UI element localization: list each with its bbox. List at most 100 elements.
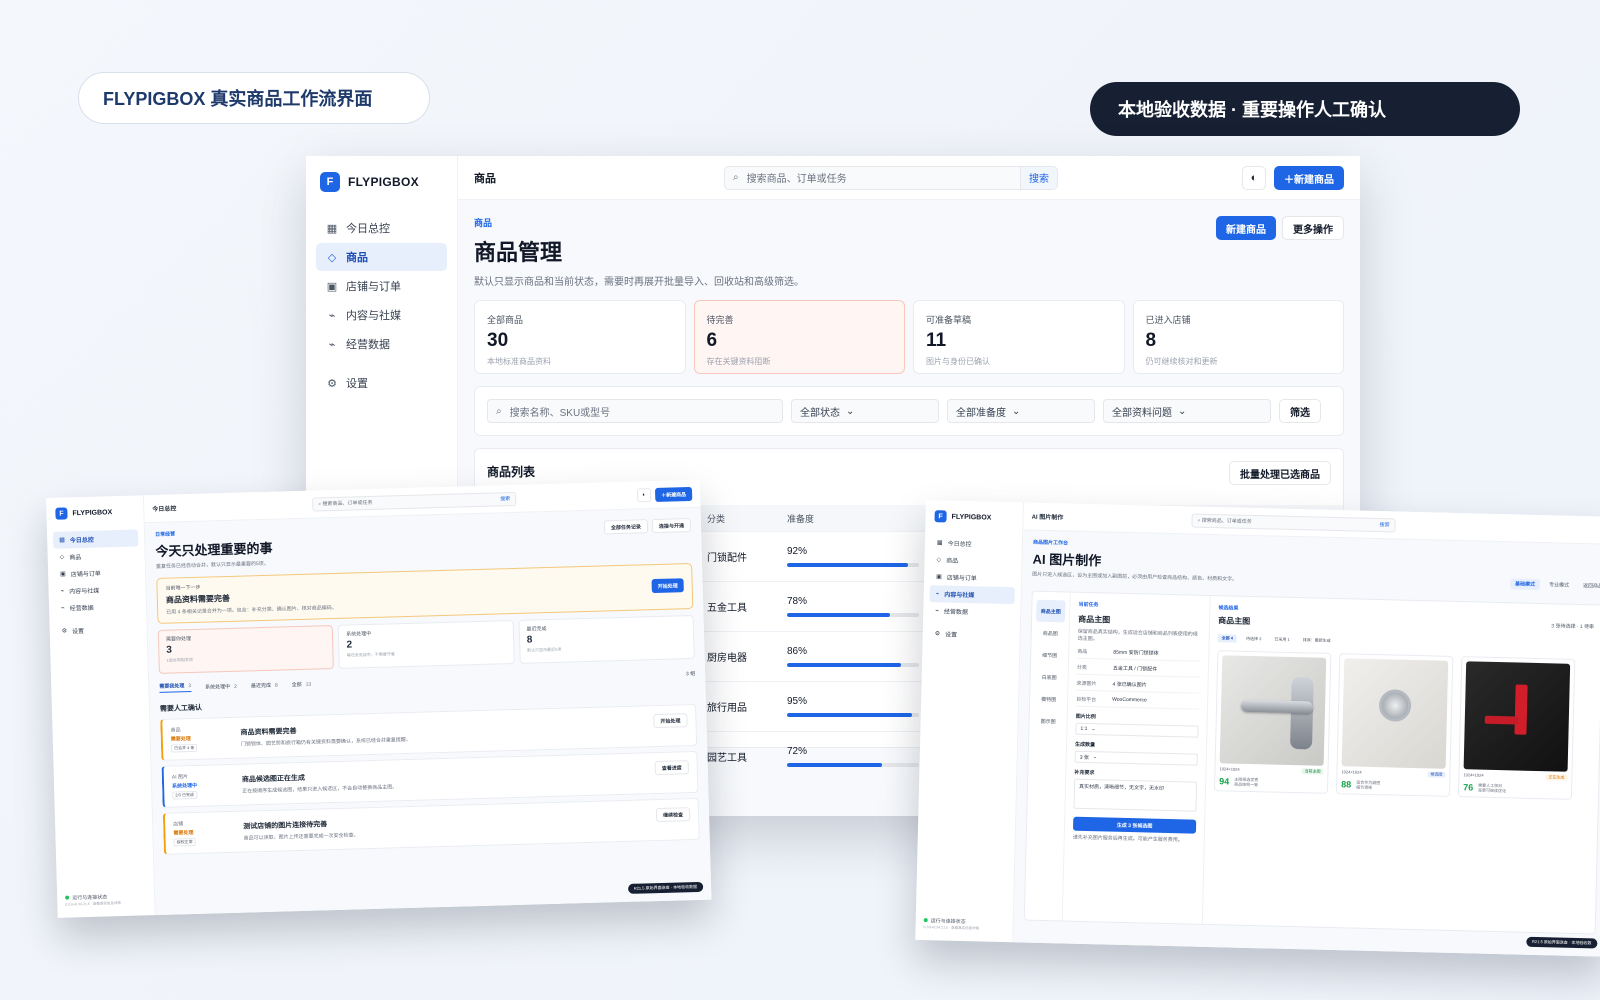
product-search-input[interactable]: ⌕ 搜索名称、SKU或型号 — [487, 399, 783, 423]
task-action-button[interactable]: 查看进度 — [654, 760, 689, 776]
candidate-card[interactable]: 1024×1024 候选图 88 适合作为副图 细节清晰 — [1335, 653, 1454, 798]
chart-icon: ⌁ — [61, 605, 65, 612]
search-input[interactable]: 搜索商品、订单或任务 — [322, 499, 372, 507]
global-search[interactable]: ⌕ 搜索商品、订单或任务 搜索 — [724, 165, 1058, 190]
sidebar-item-stores-orders[interactable]: ▣ 店铺与订单 — [930, 568, 1015, 587]
candidate-card[interactable]: 1024×1024 正在生成 76 需要人工核对 背景可继续优化 — [1457, 656, 1576, 801]
stat-card[interactable]: 已进入店铺 8 仍可继续核对和更新 — [1132, 300, 1344, 374]
task-row[interactable]: 店铺 需要处理 授权正常 测试店铺的图片连接待完善 商品可以读取，图片上传还需要完成一… — [162, 797, 700, 855]
status-select[interactable]: 全部状态 ⌄ — [791, 399, 939, 423]
global-search[interactable]: ⌕ 搜索商品、订单或任务 搜索 — [1191, 512, 1396, 532]
count-select[interactable]: 3 张 ⌄ — [1074, 750, 1198, 766]
stat-card[interactable]: 可准备草稿 11 图片与身份已确认 — [913, 300, 1125, 374]
connection-status[interactable]: 运行与连接状态 0.3.6+0.34.21.5 · 查看真实信息详情 — [923, 917, 979, 931]
gear-icon: ⚙ — [327, 377, 337, 390]
sidebar-item-dashboard[interactable]: ▦ 今日总控 — [931, 534, 1016, 553]
content-icon: ⌁ — [60, 588, 65, 595]
tab-all[interactable]: 全部 13 — [292, 680, 312, 688]
score-note: 背景可继续优化 — [1478, 787, 1507, 794]
mode-pro[interactable]: 专业模式 — [1544, 579, 1574, 591]
step-white-bg-image[interactable]: 白底图 — [1034, 666, 1064, 689]
grid-icon: ▦ — [59, 537, 65, 544]
new-product-top-button[interactable]: ＋新建商品 — [654, 486, 693, 502]
stat-card[interactable]: 全部商品 30 本地标准商品资料 — [474, 300, 686, 374]
stat-card[interactable]: 最近完成 8 默认只显示最近5项 — [518, 614, 695, 664]
connection-status[interactable]: 运行与连接状态 0.3.6+0.34.21.5 · 查看真实信息详情 — [65, 893, 121, 908]
all-tasks-button[interactable]: 全部任务记录 — [603, 519, 649, 535]
sidebar-item-content-social[interactable]: ⌁ 内容与社媒 — [316, 301, 447, 329]
tab-label: 全部 — [291, 681, 302, 688]
step-product-image[interactable]: 商品图 — [1036, 622, 1066, 645]
search-button[interactable]: 搜索 — [1020, 166, 1057, 189]
more-actions-button[interactable]: 更多操作 — [1282, 216, 1344, 240]
stat-card[interactable]: 系统处理中 2 等任务完成中，不需要守着 — [337, 620, 515, 669]
search-button[interactable]: 搜索 — [495, 495, 515, 503]
search-input[interactable]: 搜索商品、订单或任务 — [747, 170, 1020, 185]
filter-adopted[interactable]: 已采用 1 — [1270, 635, 1294, 644]
sidebar-item-settings[interactable]: ⚙ 设置 — [55, 620, 140, 639]
filter-pending[interactable]: 待选择 3 — [1242, 635, 1266, 644]
start-processing-button[interactable]: 开始处理 — [651, 578, 684, 594]
candidate-results: 候选结果 商品主图 3 张待选择 · 1 待审 全部 4 待选择 3 已采用 1… — [1203, 596, 1600, 933]
sidebar-item-stores-orders[interactable]: ▣ 店铺与订单 — [316, 272, 447, 300]
new-product-top-button[interactable]: ＋新建商品 — [1274, 166, 1344, 190]
tab-recently-done[interactable]: 最近完成 8 — [251, 681, 278, 689]
search-input[interactable]: 搜索商品、订单或任务 — [1202, 517, 1252, 525]
step-detail-image[interactable]: 细节图 — [1035, 644, 1065, 667]
new-product-button[interactable]: 新建商品 — [1216, 216, 1276, 240]
connections-button[interactable]: 连接与开通 — [651, 518, 692, 534]
theme-toggle-icon[interactable]: ◐ — [636, 488, 652, 503]
sidebar-item-dashboard[interactable]: ▦ 今日总控 — [316, 214, 447, 242]
filter-all[interactable]: 全部 4 — [1217, 634, 1238, 643]
sidebar-item-products[interactable]: ◇ 商品 — [930, 551, 1015, 570]
task-action-button[interactable]: 开始处理 — [653, 713, 688, 729]
mode-basic[interactable]: 基础模式 — [1509, 578, 1541, 591]
step-diagram-image[interactable]: 图示图 — [1033, 710, 1063, 733]
step-model-image[interactable]: 模特图 — [1034, 688, 1064, 711]
tab-needs-me[interactable]: 需要我处理 3 — [159, 682, 192, 693]
candidate-card[interactable]: 1024×1024 当前主图 94 主图候选优秀 商品结构一致 — [1213, 650, 1332, 795]
chevron-down-icon: ⌄ — [1012, 405, 1021, 417]
hero-title-pill: FLYPIGBOX 真实商品工作流界面 — [78, 72, 430, 124]
sidebar-item-analytics[interactable]: ⌁ 经营数据 — [929, 602, 1014, 621]
tab-system-processing[interactable]: 系统处理中 2 — [205, 682, 237, 690]
store-icon: ▣ — [60, 571, 66, 578]
back-to-product[interactable]: 返回商品 — [1578, 580, 1600, 592]
step-main-image[interactable]: 商品主图 — [1036, 599, 1066, 623]
task-action-button[interactable]: 继续检查 — [655, 807, 691, 823]
sidebar-item-products[interactable]: ◇ 商品 — [316, 243, 447, 271]
sidebar-item-content-social[interactable]: ⌁ 内容与社媒 — [929, 585, 1015, 605]
topbar: 商品 ⌕ 搜索商品、订单或任务 搜索 ◐ ＋新建商品 — [458, 156, 1360, 200]
stat-note: 仍可继续核对和更新 — [1145, 357, 1218, 366]
search-button[interactable]: 搜索 — [1374, 521, 1394, 528]
sidebar-item-label: 经营数据 — [346, 339, 390, 351]
task-chip: 2/3 已完成 — [172, 790, 198, 800]
brand[interactable]: F FLYPIGBOX — [316, 170, 447, 214]
batch-process-button[interactable]: 批量处理已选商品 — [1229, 461, 1331, 485]
sidebar-item-settings[interactable]: ⚙ 设置 — [316, 369, 447, 397]
issues-select[interactable]: 全部资料问题 ⌄ — [1103, 399, 1271, 423]
search-icon: ⌕ — [733, 172, 739, 183]
stat-card[interactable]: 需要你处理 3 1组合同相关项 — [157, 625, 335, 674]
sort-select[interactable]: 排序：最新生成 — [1299, 636, 1335, 645]
stat-value: 8 — [1145, 330, 1157, 351]
logo-mark: F — [55, 507, 68, 520]
stat-label: 待完善 — [706, 315, 734, 325]
stat-card[interactable]: 待完善 6 存在关键资料阻断 — [693, 300, 905, 374]
sidebar-item-settings[interactable]: ⚙ 设置 — [929, 625, 1014, 644]
stat-note: 图片与身份已确认 — [926, 357, 990, 366]
sidebar-item-label: 设置 — [945, 632, 958, 639]
theme-toggle-icon[interactable]: ◐ — [1242, 166, 1266, 190]
filter-button[interactable]: 筛选 — [1279, 399, 1321, 423]
generate-button[interactable]: 生成 3 张候选图 — [1072, 816, 1197, 834]
sidebar-item-analytics[interactable]: ⌁ 经营数据 — [316, 330, 447, 358]
brand[interactable]: F FLYPIGBOX — [931, 510, 1017, 536]
brand[interactable]: F FLYPIGBOX — [52, 505, 138, 531]
readiness-cell: 86% — [787, 646, 919, 667]
topbar-title: 商品 — [474, 172, 496, 185]
ratio-select[interactable]: 1:1 ⌄ — [1075, 722, 1199, 738]
requirement-textarea[interactable]: 真实材质，清晰细节，无文字，无水印 — [1073, 778, 1198, 812]
global-search[interactable]: ⌕ 搜索商品、订单或任务 搜索 — [312, 491, 517, 512]
readiness-select[interactable]: 全部准备度 ⌄ — [947, 399, 1095, 423]
readiness-bar — [787, 713, 919, 717]
